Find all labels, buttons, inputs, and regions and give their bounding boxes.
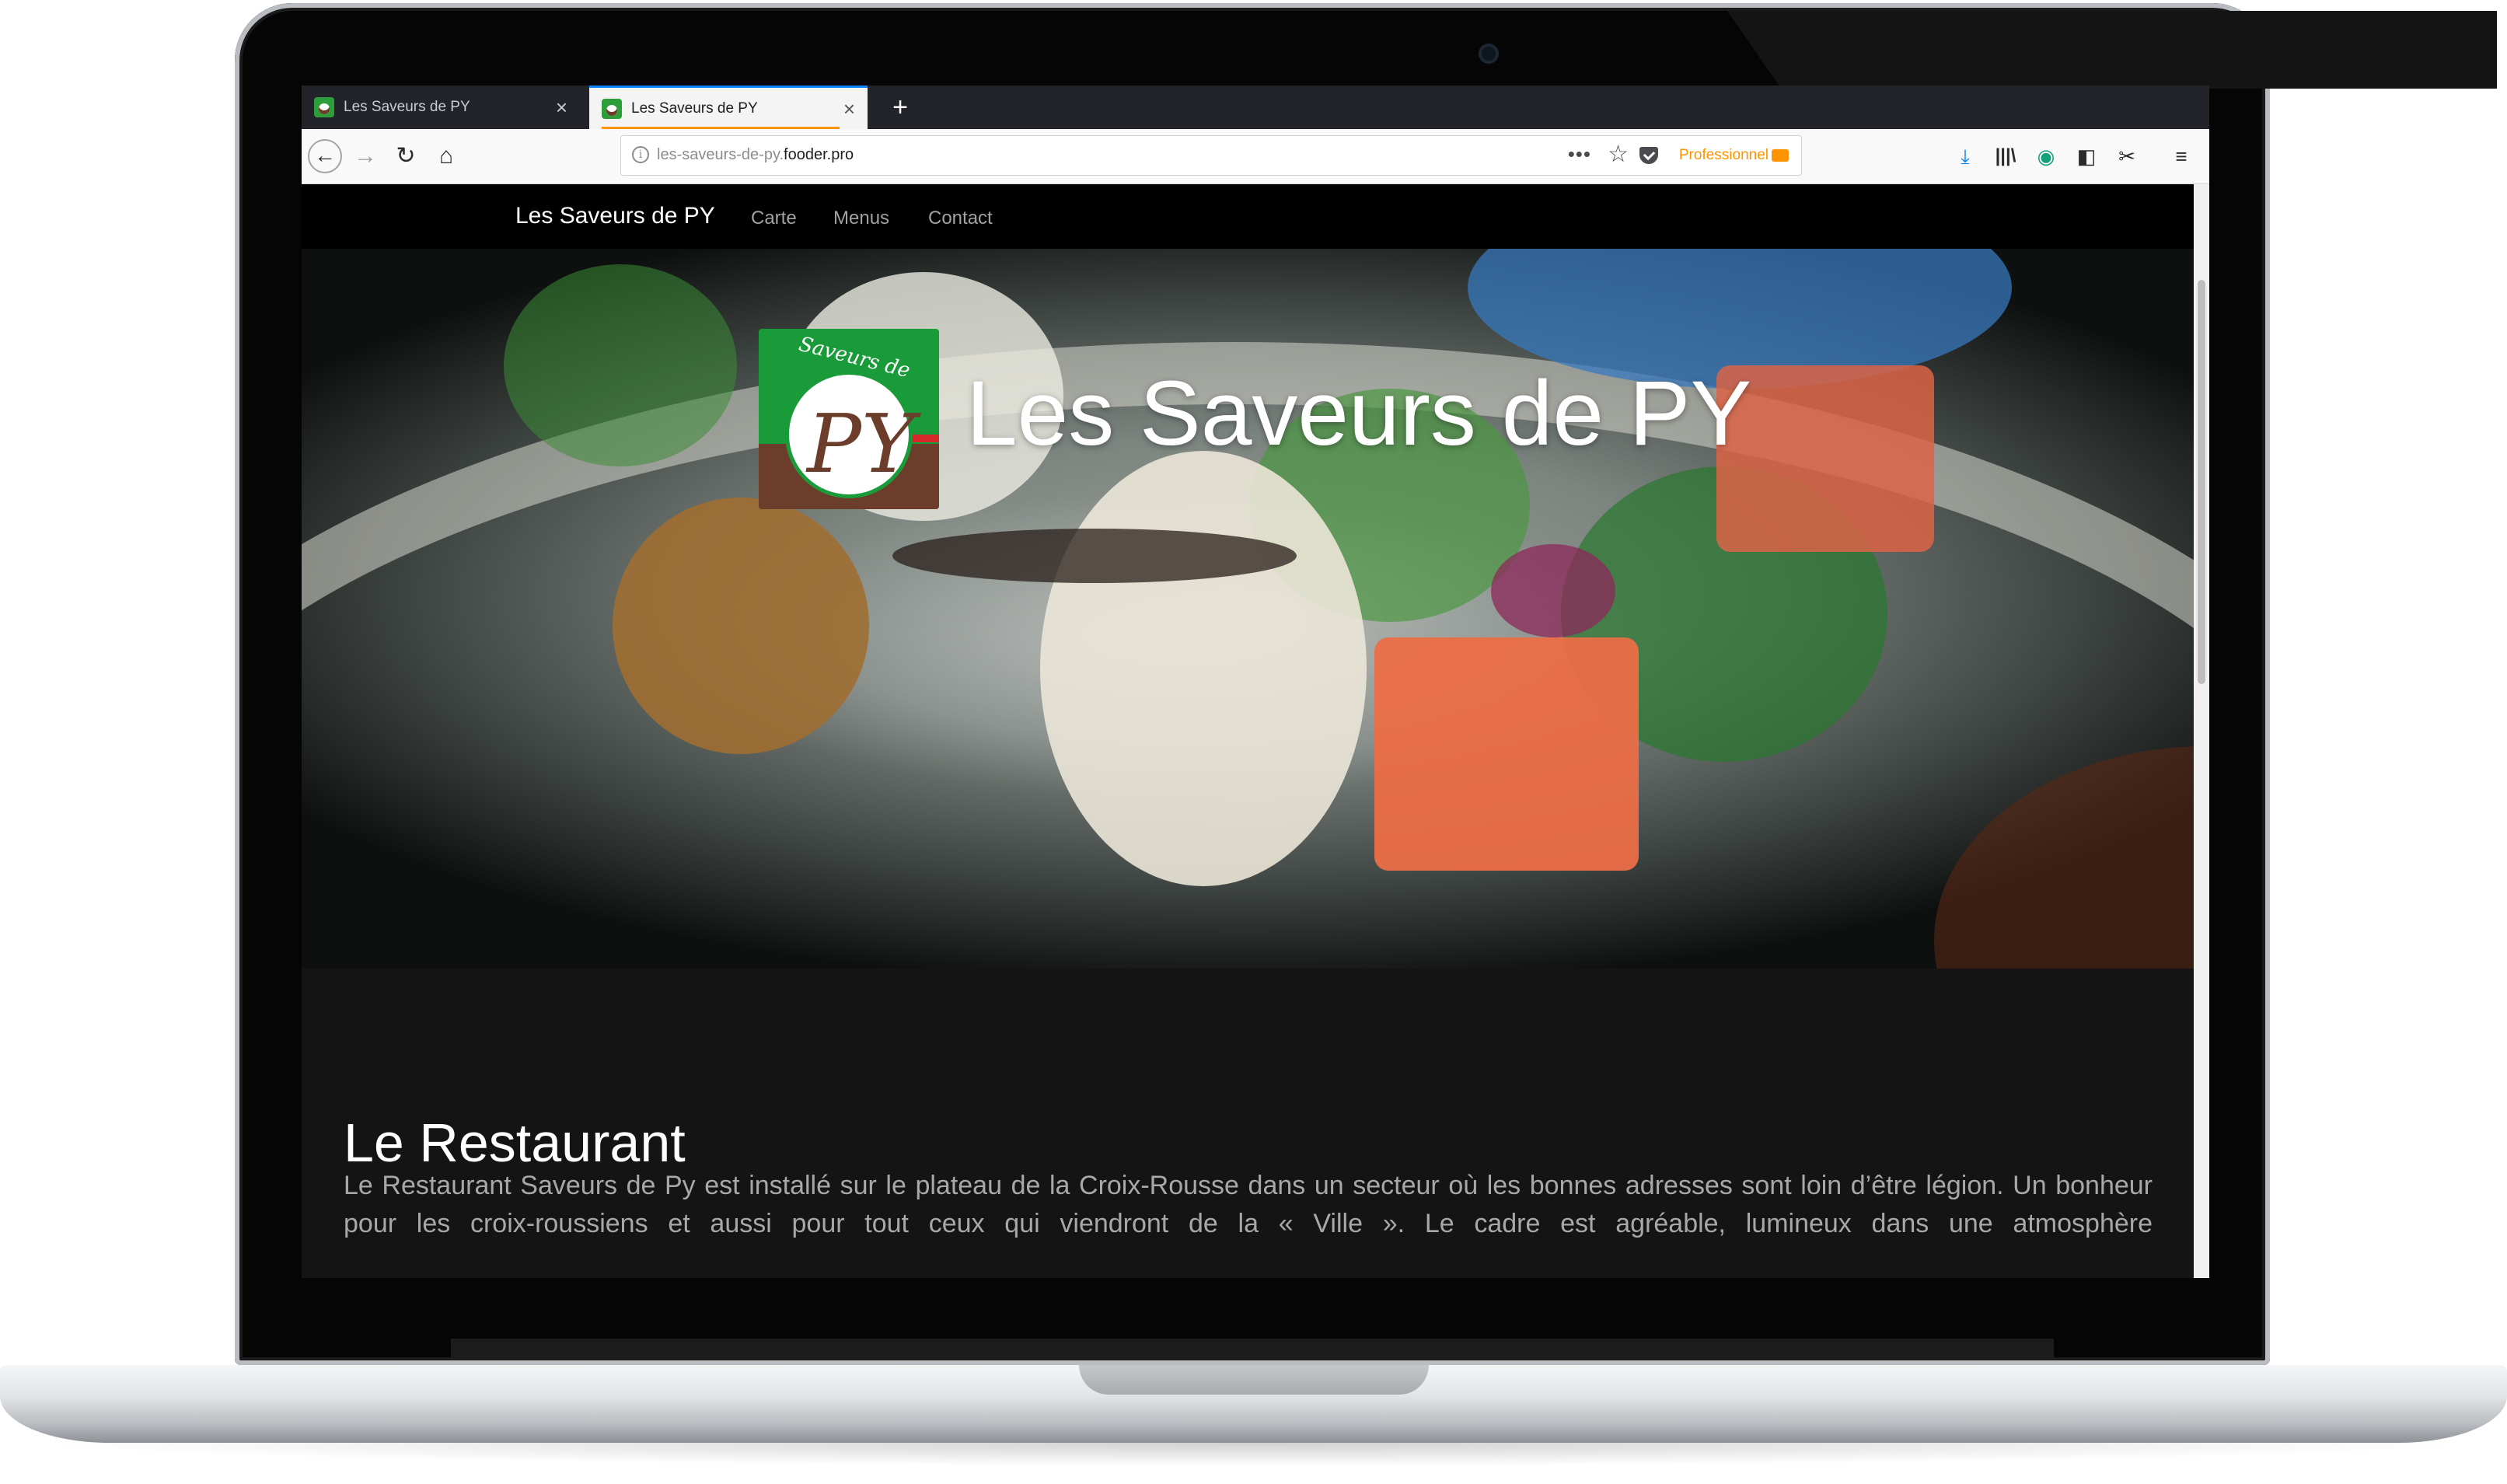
food-salmon — [1374, 637, 1639, 871]
section-paragraph: Le Restaurant Saveurs de Py est installé… — [344, 1171, 2153, 1238]
webcam — [1479, 44, 1499, 64]
more-icon[interactable]: ••• — [1568, 142, 1591, 166]
lid-reflection — [1727, 11, 2497, 89]
extension-icon[interactable]: ◉ — [2030, 139, 2062, 173]
briefcase-icon — [1772, 148, 1789, 162]
close-tab-icon[interactable]: × — [843, 99, 855, 119]
site-brand-link[interactable]: Les Saveurs de PY — [515, 203, 715, 229]
web-page: Les Saveurs de PY Carte Menus Contact Sa… — [302, 184, 2194, 1278]
hero-banner: Saveurs de PY Les Saveurs de PY — [302, 249, 2194, 969]
tab-title: Les Saveurs de PY — [631, 100, 758, 117]
tab-2[interactable]: Les Saveurs de PY × — [589, 86, 868, 129]
tab-1[interactable]: Les Saveurs de PY × — [302, 86, 580, 129]
forward-arrow-icon[interactable]: → — [348, 139, 382, 173]
info-icon[interactable]: i — [632, 146, 649, 163]
site-navbar: Les Saveurs de PY Carte Menus Contact — [302, 184, 2194, 249]
site-favicon-icon — [314, 97, 334, 117]
base-shadow — [31, 1443, 2476, 1466]
sidebar-icon[interactable]: ◧ — [2071, 139, 2102, 173]
back-arrow-icon[interactable]: ← — [308, 139, 342, 173]
container-label[interactable]: Professionnel — [1672, 142, 1795, 169]
url-text[interactable]: les-saveurs-de-py.fooder.pro — [657, 146, 854, 164]
reload-icon[interactable]: ↻ — [389, 139, 423, 173]
section-title: Le Restaurant — [344, 1112, 686, 1173]
tab-title: Les Saveurs de PY — [344, 99, 470, 115]
screen: Les Saveurs de PY × Les Saveurs de PY × … — [302, 86, 2209, 1278]
nav-link-menus[interactable]: Menus — [833, 208, 889, 229]
food-green-herbs — [504, 264, 737, 466]
site-favicon-icon — [602, 98, 622, 119]
food-purple-leaf — [1491, 544, 1615, 637]
new-tab-button[interactable]: + — [885, 92, 916, 123]
bezel-bottom — [451, 1339, 2054, 1360]
tab-strip: Les Saveurs de PY × Les Saveurs de PY × … — [302, 86, 2209, 129]
nav-link-contact[interactable]: Contact — [928, 208, 993, 229]
food-fried-bite — [613, 498, 869, 754]
download-icon[interactable]: ⤓ — [1950, 139, 1981, 173]
url-bar[interactable]: i les-saveurs-de-py.fooder.pro ••• ☆ Pro… — [620, 135, 1802, 176]
close-tab-icon[interactable]: × — [556, 97, 567, 117]
scrollbar-thumb[interactable] — [2198, 280, 2205, 684]
food-sauce-line — [892, 529, 1297, 583]
hero-title: Les Saveurs de PY — [966, 362, 1752, 465]
restaurant-logo: Saveurs de PY — [759, 329, 939, 509]
screenshot-icon[interactable]: ✂ — [2111, 139, 2142, 173]
logo-monogram: PY — [807, 396, 915, 491]
star-icon[interactable]: ☆ — [1608, 141, 1629, 168]
food-scallop — [1040, 451, 1367, 886]
home-icon[interactable]: ⌂ — [429, 139, 463, 173]
library-icon[interactable]: |||\ — [1990, 139, 2021, 173]
nav-link-carte[interactable]: Carte — [751, 208, 797, 229]
hamburger-menu-icon[interactable]: ≡ — [2166, 139, 2197, 173]
navigation-toolbar: ← → ↻ ⌂ i les-saveurs-de-py.fooder.pro •… — [302, 129, 2209, 184]
base-notch — [1079, 1365, 1429, 1395]
pocket-icon[interactable] — [1639, 147, 1658, 164]
